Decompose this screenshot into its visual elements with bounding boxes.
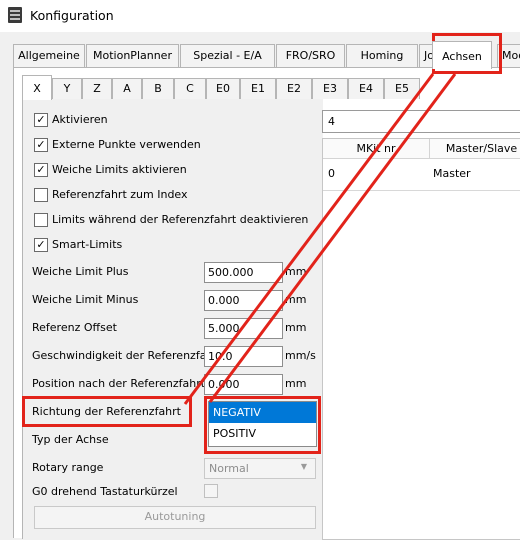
column-header-mkit[interactable]: MKit nr: [323, 139, 430, 159]
axis-tab-z[interactable]: Z: [82, 78, 112, 99]
homing-speed-label: Geschwindigkeit der Referenzfahrt: [32, 349, 223, 362]
checkbox-mark[interactable]: [34, 213, 48, 227]
checkbox-label: Referenzfahrt zum Index: [52, 188, 188, 201]
mkit-table: MKit nr Master/Slave 0 Master: [322, 138, 520, 540]
soft-limit-minus-label: Weiche Limit Minus: [32, 293, 139, 306]
position-after-homing-input[interactable]: [204, 374, 283, 395]
rotary-range-value: Normal: [209, 462, 249, 475]
rotary-range-select[interactable]: Normal ▼: [204, 458, 316, 479]
soft-limit-minus-input[interactable]: [204, 290, 283, 311]
checkbox-label: Aktivieren: [52, 113, 108, 126]
axis-type-label: Typ der Achse: [32, 433, 109, 446]
autotuning-button[interactable]: Autotuning: [34, 506, 316, 529]
axis-tab-e2[interactable]: E2: [276, 78, 312, 99]
position-after-homing-unit: mm: [285, 377, 307, 390]
soft-limit-plus-input[interactable]: [204, 262, 283, 283]
option-negativ[interactable]: NEGATIV: [209, 402, 316, 423]
tab-fro-sro[interactable]: FRO/SRO: [276, 44, 345, 67]
checkbox-mark[interactable]: [34, 188, 48, 202]
title-bar: Konfiguration: [0, 0, 520, 32]
rotary-range-label: Rotary range: [32, 461, 104, 474]
checkbox-mark[interactable]: ✓: [34, 138, 48, 152]
reference-offset-unit: mm: [285, 321, 307, 334]
table-cell-mkit[interactable]: 0: [328, 165, 335, 183]
checkbox-mark[interactable]: ✓: [34, 238, 48, 252]
soft-limit-minus-unit: mm: [285, 293, 307, 306]
homing-speed-unit: mm/s: [285, 349, 316, 362]
tab-mod[interactable]: Mod: [497, 44, 520, 67]
checkbox-mark[interactable]: ✓: [34, 163, 48, 177]
chevron-down-icon: ▼: [300, 462, 307, 471]
axis-count-value: 4: [328, 115, 335, 128]
axis-tab-y[interactable]: Y: [52, 78, 82, 99]
axis-tab-e1[interactable]: E1: [240, 78, 276, 99]
reference-offset-label: Referenz Offset: [32, 321, 117, 334]
soft-limit-plus-unit: mm: [285, 265, 307, 278]
tab-achsen[interactable]: Achsen: [432, 41, 492, 69]
g0-shortcut-checkbox[interactable]: [204, 484, 218, 498]
checkbox-mark[interactable]: ✓: [34, 113, 48, 127]
tab-motionplanner[interactable]: MotionPlanner: [86, 44, 179, 67]
app-logo-icon: [8, 7, 22, 23]
checkbox-label: Limits während der Referenzfahrt deaktiv…: [52, 213, 309, 226]
window-title: Konfiguration: [30, 8, 114, 23]
homing-speed-input[interactable]: [204, 346, 283, 367]
option-positiv[interactable]: POSITIV: [209, 423, 316, 444]
tab-allgemeine[interactable]: Allgemeine: [13, 44, 85, 67]
tab-homing[interactable]: Homing: [346, 44, 418, 67]
tab-spezial-ea[interactable]: Spezial - E/A: [180, 44, 275, 67]
axis-tab-x[interactable]: X: [22, 75, 52, 100]
table-row-divider: [323, 190, 520, 191]
axis-tab-e3[interactable]: E3: [312, 78, 348, 99]
axis-tab-e0[interactable]: E0: [206, 78, 240, 99]
position-after-homing-label: Position nach der Referenzfahrt: [32, 377, 206, 390]
table-cell-role[interactable]: Master: [433, 165, 471, 183]
g0-shortcut-label: G0 drehend Tastaturkürzel: [32, 485, 178, 498]
checkbox-label: Smart-Limits: [52, 238, 123, 251]
main-tab-bar: Allgemeine MotionPlanner Spezial - E/A F…: [0, 41, 520, 69]
checkbox-label: Weiche Limits aktivieren: [52, 163, 187, 176]
axis-tab-c[interactable]: C: [174, 78, 206, 99]
reference-offset-input[interactable]: [204, 318, 283, 339]
axis-count-select[interactable]: 4: [322, 110, 520, 133]
axis-tab-e4[interactable]: E4: [348, 78, 384, 99]
homing-direction-label: Richtung der Referenzfahrt: [32, 405, 181, 418]
column-header-master-slave[interactable]: Master/Slave: [430, 139, 520, 159]
soft-limit-plus-label: Weiche Limit Plus: [32, 265, 129, 278]
axis-tab-a[interactable]: A: [112, 78, 142, 99]
axis-tab-b[interactable]: B: [142, 78, 174, 99]
checkbox-label: Externe Punkte verwenden: [52, 138, 201, 151]
homing-direction-dropdown[interactable]: NEGATIV POSITIV: [208, 401, 317, 447]
axis-tab-e5[interactable]: E5: [384, 78, 420, 99]
